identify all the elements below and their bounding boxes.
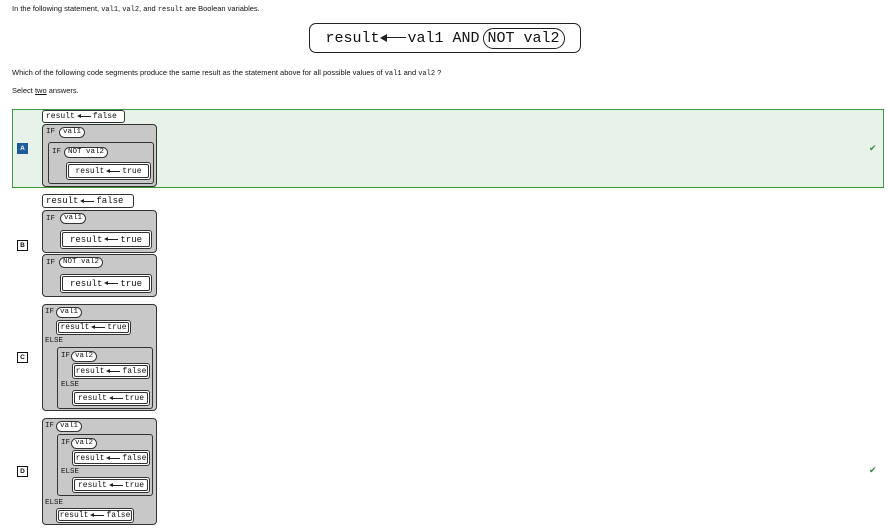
option-b-if-not-val2: IF NOT val2 result true (42, 254, 157, 297)
option-b-badge[interactable]: B (17, 240, 28, 251)
option-b-init: result false (42, 194, 134, 208)
question-text: Which of the following code segments pro… (12, 68, 442, 78)
option-a-if-block: IF val1 IF NOT val2 result true (42, 124, 157, 187)
option-c-badge[interactable]: C (17, 352, 28, 363)
assign-arrow-icon (380, 33, 407, 43)
option-d-badge[interactable]: D (17, 466, 28, 477)
option-c-if-else: IF val1 result true ELSE IF val2 result fa… (42, 304, 157, 411)
option-d-if-else: IF val1 IF val2 result false ELSE result t… (42, 418, 157, 525)
correct-check-icon: ✔ (869, 143, 877, 153)
correct-check-icon: ✔ (869, 465, 877, 475)
option-c-nested-if: IF val2 result false ELSE result true (57, 347, 153, 409)
option-a-init: result false (42, 110, 125, 123)
select-instruction: Select two answers. (12, 86, 79, 95)
intro-text: In the following statement, val1, val2, … (12, 4, 260, 14)
option-a-nested-if: IF NOT val2 result true (48, 142, 154, 184)
option-b-if-val1: IF val1 result true (42, 210, 157, 253)
option-a-badge[interactable]: A (17, 143, 28, 154)
boolean-statement: result val1 AND NOT val2 (309, 23, 581, 53)
option-d-nested-if: IF val2 result false ELSE result true (57, 434, 153, 496)
